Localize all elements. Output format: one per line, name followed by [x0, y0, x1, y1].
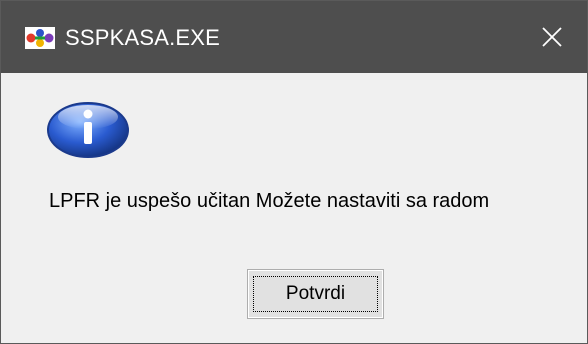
dialog-message: LPFR je uspešo učitan Možete nastaviti s…	[49, 190, 490, 212]
dialog-body: LPFR je uspešo učitan Možete nastaviti s…	[1, 73, 587, 343]
window-title: SSPKASA.EXE	[65, 25, 221, 50]
information-icon	[45, 97, 131, 159]
message-dialog: SSPKASA.EXE LPFR je uspešo učitan Možete…	[0, 0, 588, 344]
confirm-button-label: Potvrdi	[285, 283, 346, 304]
app-icon	[25, 27, 55, 49]
close-icon	[542, 27, 562, 47]
close-button[interactable]	[517, 1, 587, 73]
title-bar[interactable]: SSPKASA.EXE	[1, 1, 587, 73]
confirm-button[interactable]: Potvrdi	[247, 269, 384, 319]
